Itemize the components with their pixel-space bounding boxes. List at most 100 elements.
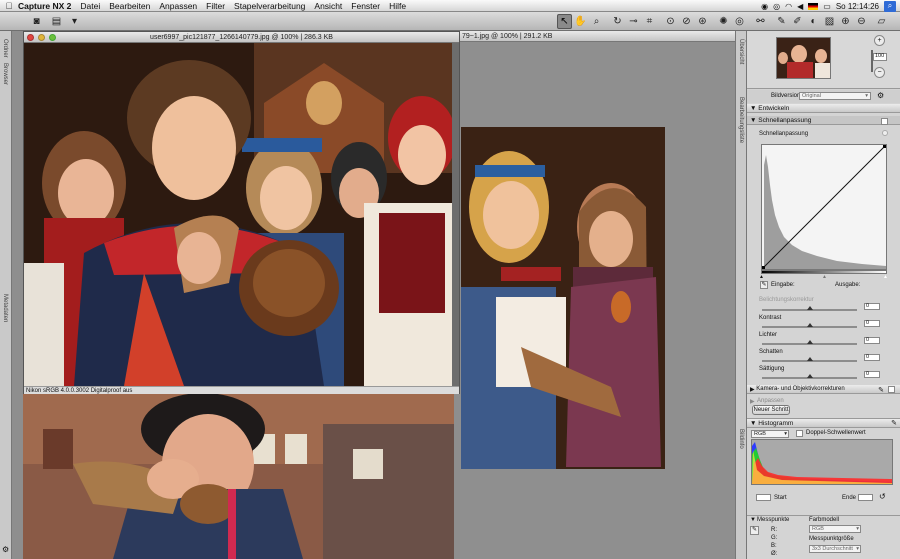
quickfix-radio[interactable]	[882, 130, 888, 136]
measure-eyedropper-icon[interactable]: ✎	[750, 526, 759, 535]
exposure-thumb[interactable]	[806, 306, 813, 310]
flag-icon[interactable]	[808, 2, 819, 10]
zoom-button[interactable]	[49, 34, 56, 41]
saturation-slider[interactable]	[762, 374, 857, 379]
highlights-thumb[interactable]	[806, 340, 813, 344]
window-title-main[interactable]: user6997_pic121877_1266140779.jpg @ 100%…	[24, 32, 459, 43]
saturation-value[interactable]: 0	[864, 371, 880, 378]
camera-icon[interactable]: ◙	[29, 14, 44, 29]
contrast-thumb[interactable]	[806, 323, 813, 327]
direct-select-tool-icon[interactable]: ↖	[557, 14, 572, 29]
histogram-header[interactable]: ▼ Histogramm ✎	[747, 418, 900, 428]
minimize-button[interactable]	[38, 34, 45, 41]
rotate-icon[interactable]: ↻	[610, 14, 625, 29]
white-control-point-icon[interactable]: ◎	[732, 14, 747, 29]
mid-point-slider[interactable]: ▲	[822, 274, 827, 280]
quickfix-enable-checkbox[interactable]	[881, 118, 888, 125]
zoom-value[interactable]: 100	[873, 53, 887, 61]
auto-retouch-icon[interactable]: ⊘	[679, 14, 694, 29]
white-point-slider[interactable]: ▲	[883, 274, 888, 280]
exposure-slider[interactable]	[762, 306, 857, 311]
menu-stapelverarbeitung[interactable]: Stapelverarbeitung	[234, 1, 305, 11]
fill-icon[interactable]: ▨	[822, 14, 837, 29]
menu-fenster[interactable]: Fenster	[351, 1, 380, 11]
folder-tab[interactable]: Ordner	[2, 39, 8, 58]
app-menu[interactable]: Capture NX 2	[18, 1, 71, 11]
exposure-value[interactable]: 0	[864, 303, 880, 310]
edit-list-tab[interactable]: Bearbeitungsliste	[738, 97, 744, 143]
menu-arrow-icon[interactable]: ▾	[67, 14, 82, 29]
histogram-end-input[interactable]	[858, 494, 873, 501]
reset-icon[interactable]: ↺	[879, 492, 886, 501]
eraser-icon[interactable]: ▱	[874, 14, 889, 29]
shadows-value[interactable]: 0	[864, 354, 880, 361]
develop-header[interactable]: ▼ Entwickeln	[747, 104, 900, 114]
menu-datei[interactable]: Datei	[80, 1, 100, 11]
menu-filter[interactable]: Filter	[206, 1, 225, 11]
color-control-point-icon[interactable]: ✺	[716, 14, 731, 29]
highlights-slider[interactable]	[762, 340, 857, 345]
brush-icon[interactable]: ✎	[774, 14, 789, 29]
histogram-start-input[interactable]	[756, 494, 771, 501]
status-icon-1[interactable]: ◉	[761, 2, 768, 11]
menu-anpassen[interactable]: Anpassen	[159, 1, 197, 11]
contrast-value[interactable]: 0	[864, 320, 880, 327]
saturation-thumb[interactable]	[806, 374, 813, 378]
wrench-icon[interactable]: ✎	[878, 386, 884, 394]
hand-tool-icon[interactable]: ✋	[573, 14, 588, 29]
lasso-icon[interactable]: ⚯	[753, 14, 768, 29]
straighten-icon[interactable]: ⊸	[626, 14, 641, 29]
selection-plus-icon[interactable]: ⊕	[838, 14, 853, 29]
close-button[interactable]	[27, 34, 34, 41]
spotlight-icon[interactable]: ⌕	[884, 0, 896, 12]
quickfix-header[interactable]: ▼ Schnellanpassung	[747, 116, 900, 126]
contrast-slider[interactable]	[762, 323, 857, 328]
overview-tab[interactable]: Übersicht	[738, 39, 744, 64]
status-icon-2[interactable]: ◎	[773, 2, 780, 11]
sample-size-select[interactable]: 3x3 Durchschnitt ▾	[809, 545, 861, 553]
settings-icon[interactable]: ⚙	[2, 545, 9, 554]
browser-tab[interactable]: Browser	[2, 63, 8, 85]
camera-corrections-header[interactable]: ▶ Kamera- und Objektivkorrekturen ✎	[747, 385, 900, 395]
camera-corrections-checkbox[interactable]	[888, 386, 895, 393]
red-eye-icon[interactable]: ⊙	[663, 14, 678, 29]
color-profile-status[interactable]: Nikon sRGB 4.0.0.3002 Digitalproof aus	[26, 388, 132, 394]
zoom-out-icon[interactable]: −	[874, 67, 885, 78]
quickfix-sub: Schnellanpassung	[747, 130, 900, 140]
new-step-button[interactable]: Neuer Schritt	[752, 405, 790, 415]
black-point-slider[interactable]: ▲	[759, 274, 764, 280]
image-window-back[interactable]: 79~1.jpg @ 100% | 291.2 KB	[460, 31, 735, 559]
volume-icon[interactable]: ◀	[797, 2, 803, 11]
window-title-back[interactable]: 79~1.jpg @ 100% | 291.2 KB	[460, 31, 735, 42]
histogram-eyedropper-icon[interactable]: ✎	[891, 419, 897, 427]
crop-icon[interactable]: ⌗	[642, 14, 657, 29]
shadows-slider[interactable]	[762, 357, 857, 362]
eyedropper-icon[interactable]: ✎	[760, 281, 768, 289]
battery-icon[interactable]: ▭	[823, 2, 831, 11]
selection-minus-icon[interactable]: ⊖	[854, 14, 869, 29]
color-model-select[interactable]: RGB ▾	[809, 525, 861, 533]
menu-bearbeiten[interactable]: Bearbeiten	[109, 1, 150, 11]
gradient-icon[interactable]: ◐	[806, 14, 821, 29]
highlights-value[interactable]: 0	[864, 337, 880, 344]
shadows-thumb[interactable]	[806, 357, 813, 361]
wifi-icon[interactable]: ◠	[785, 2, 792, 11]
image-window-main[interactable]: user6997_pic121877_1266140779.jpg @ 100%…	[23, 31, 460, 394]
photo-info-tab[interactable]: Bildinfo	[738, 429, 744, 449]
zoom-in-icon[interactable]: +	[874, 35, 885, 46]
menu-hilfe[interactable]: Hilfe	[389, 1, 406, 11]
zoom-tool-icon[interactable]: ⌕	[589, 14, 604, 29]
version-select[interactable]: Original ▾	[799, 92, 871, 100]
menu-ansicht[interactable]: Ansicht	[314, 1, 342, 11]
metadata-tab[interactable]: Metadaten	[2, 294, 8, 322]
apple-icon[interactable]: 	[0, 1, 18, 11]
selection-brush-icon[interactable]: ✐	[790, 14, 805, 29]
curve-editor[interactable]	[761, 144, 887, 270]
settings-gear-icon[interactable]: ⚙	[877, 91, 884, 100]
clock[interactable]: So 12:14:26	[836, 2, 879, 11]
double-threshold-checkbox[interactable]	[796, 430, 803, 437]
print-icon[interactable]: ▤	[49, 14, 64, 29]
histogram-channel-select[interactable]: RGB ▾	[751, 430, 789, 438]
control-point-black-icon[interactable]: ⊛	[695, 14, 710, 29]
overview-thumbnail[interactable]	[776, 37, 831, 79]
